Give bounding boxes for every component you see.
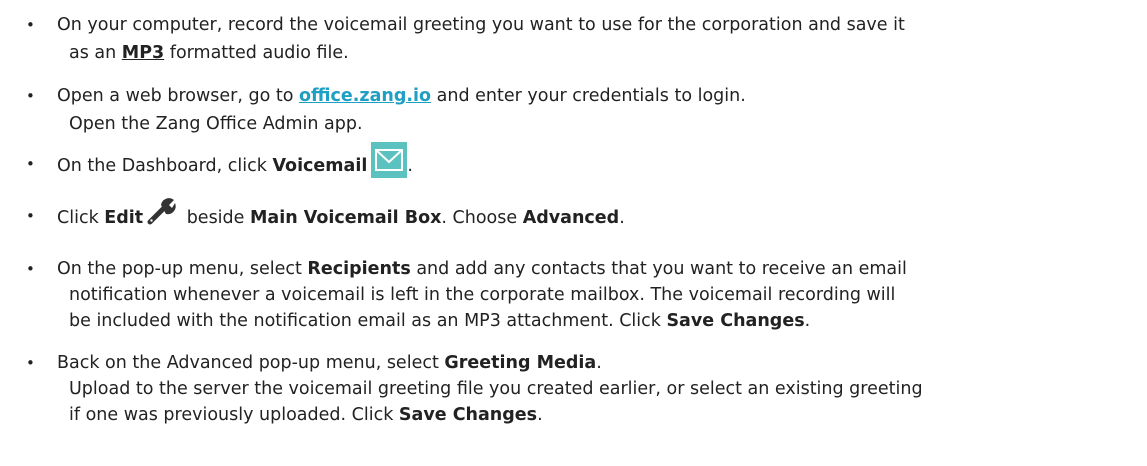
- step-text: Open a web browser, go to office.zang.io…: [57, 86, 746, 106]
- step-text: Upload to the server the voicemail greet…: [69, 379, 923, 399]
- bullet: •: [26, 16, 35, 34]
- bullet: •: [26, 207, 35, 225]
- mail-icon: [371, 142, 408, 178]
- bullet: •: [26, 354, 35, 372]
- step-text: if one was previously uploaded. Click Sa…: [69, 405, 543, 425]
- step-text: On the Dashboard, click Voicemail.: [57, 142, 413, 179]
- wrench-icon: [147, 195, 177, 231]
- step-text: Open the Zang Office Admin app.: [69, 114, 363, 134]
- office-zang-link[interactable]: office.zang.io: [299, 86, 431, 106]
- bullet: •: [26, 87, 35, 105]
- step-text: On your computer, record the voicemail g…: [57, 15, 905, 35]
- step-text: Click Edit beside Main Voicemail Box. Ch…: [57, 198, 625, 231]
- mp3-format-text: MP3: [121, 43, 165, 63]
- step-text: Back on the Advanced pop-up menu, select…: [57, 353, 602, 373]
- bullet: •: [26, 260, 35, 278]
- step-text: as an MP3 formatted audio file.: [69, 43, 349, 63]
- instruction-list: • On your computer, record the voicemail…: [0, 0, 1147, 466]
- step-text: On the pop-up menu, select Recipients an…: [57, 259, 907, 279]
- step-text: be included with the notification email …: [69, 311, 811, 331]
- step-text: notification whenever a voicemail is lef…: [69, 285, 896, 305]
- bullet: •: [26, 155, 35, 173]
